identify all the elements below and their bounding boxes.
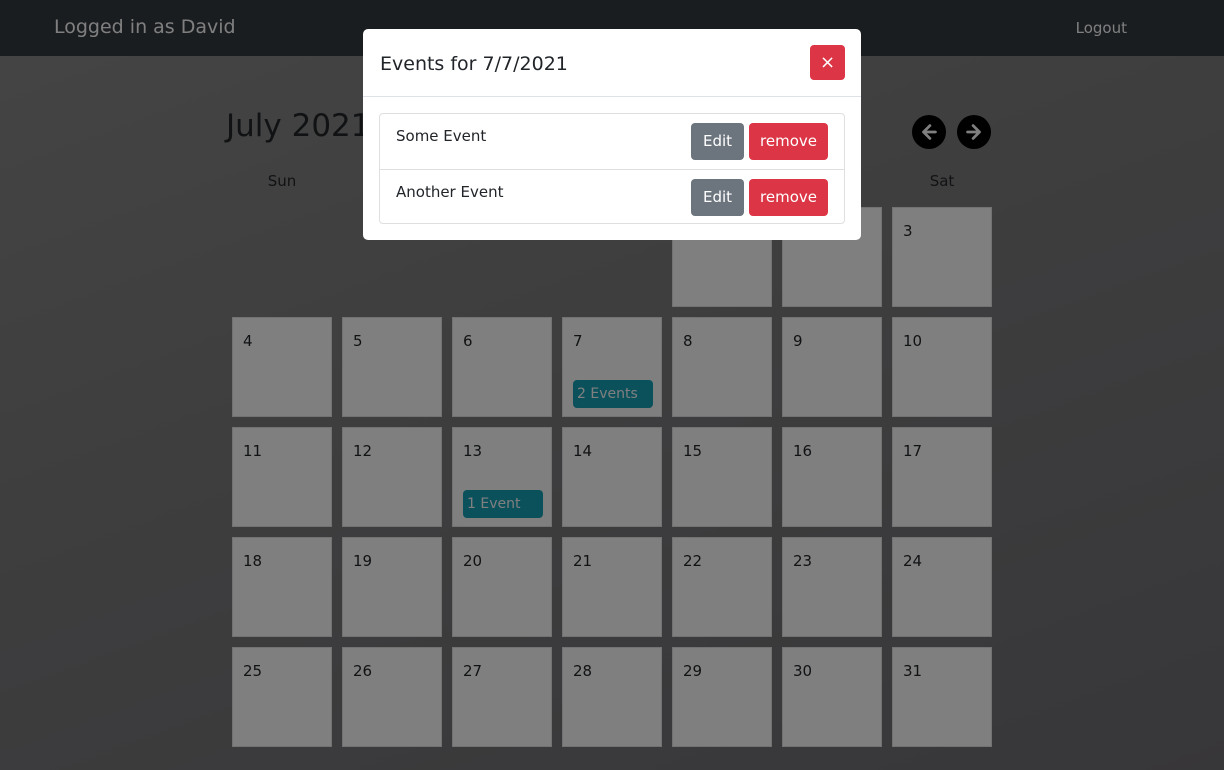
event-name: Some Event [396, 127, 487, 145]
edit-event-button[interactable]: Edit [691, 179, 744, 216]
events-modal: Events for 7/7/2021 × Some Event Edit re… [363, 29, 861, 240]
remove-event-button[interactable]: remove [749, 123, 828, 160]
modal-title: Events for 7/7/2021 [380, 53, 568, 75]
close-icon: × [819, 52, 836, 73]
event-item: Another Event Edit remove [380, 169, 844, 225]
event-item: Some Event Edit remove [380, 114, 844, 169]
remove-event-button[interactable]: remove [749, 179, 828, 216]
close-button[interactable]: × [810, 45, 845, 80]
event-name: Another Event [396, 183, 504, 201]
event-list: Some Event Edit remove Another Event Edi… [379, 113, 845, 224]
modal-header: Events for 7/7/2021 × [363, 29, 861, 97]
edit-event-button[interactable]: Edit [691, 123, 744, 160]
